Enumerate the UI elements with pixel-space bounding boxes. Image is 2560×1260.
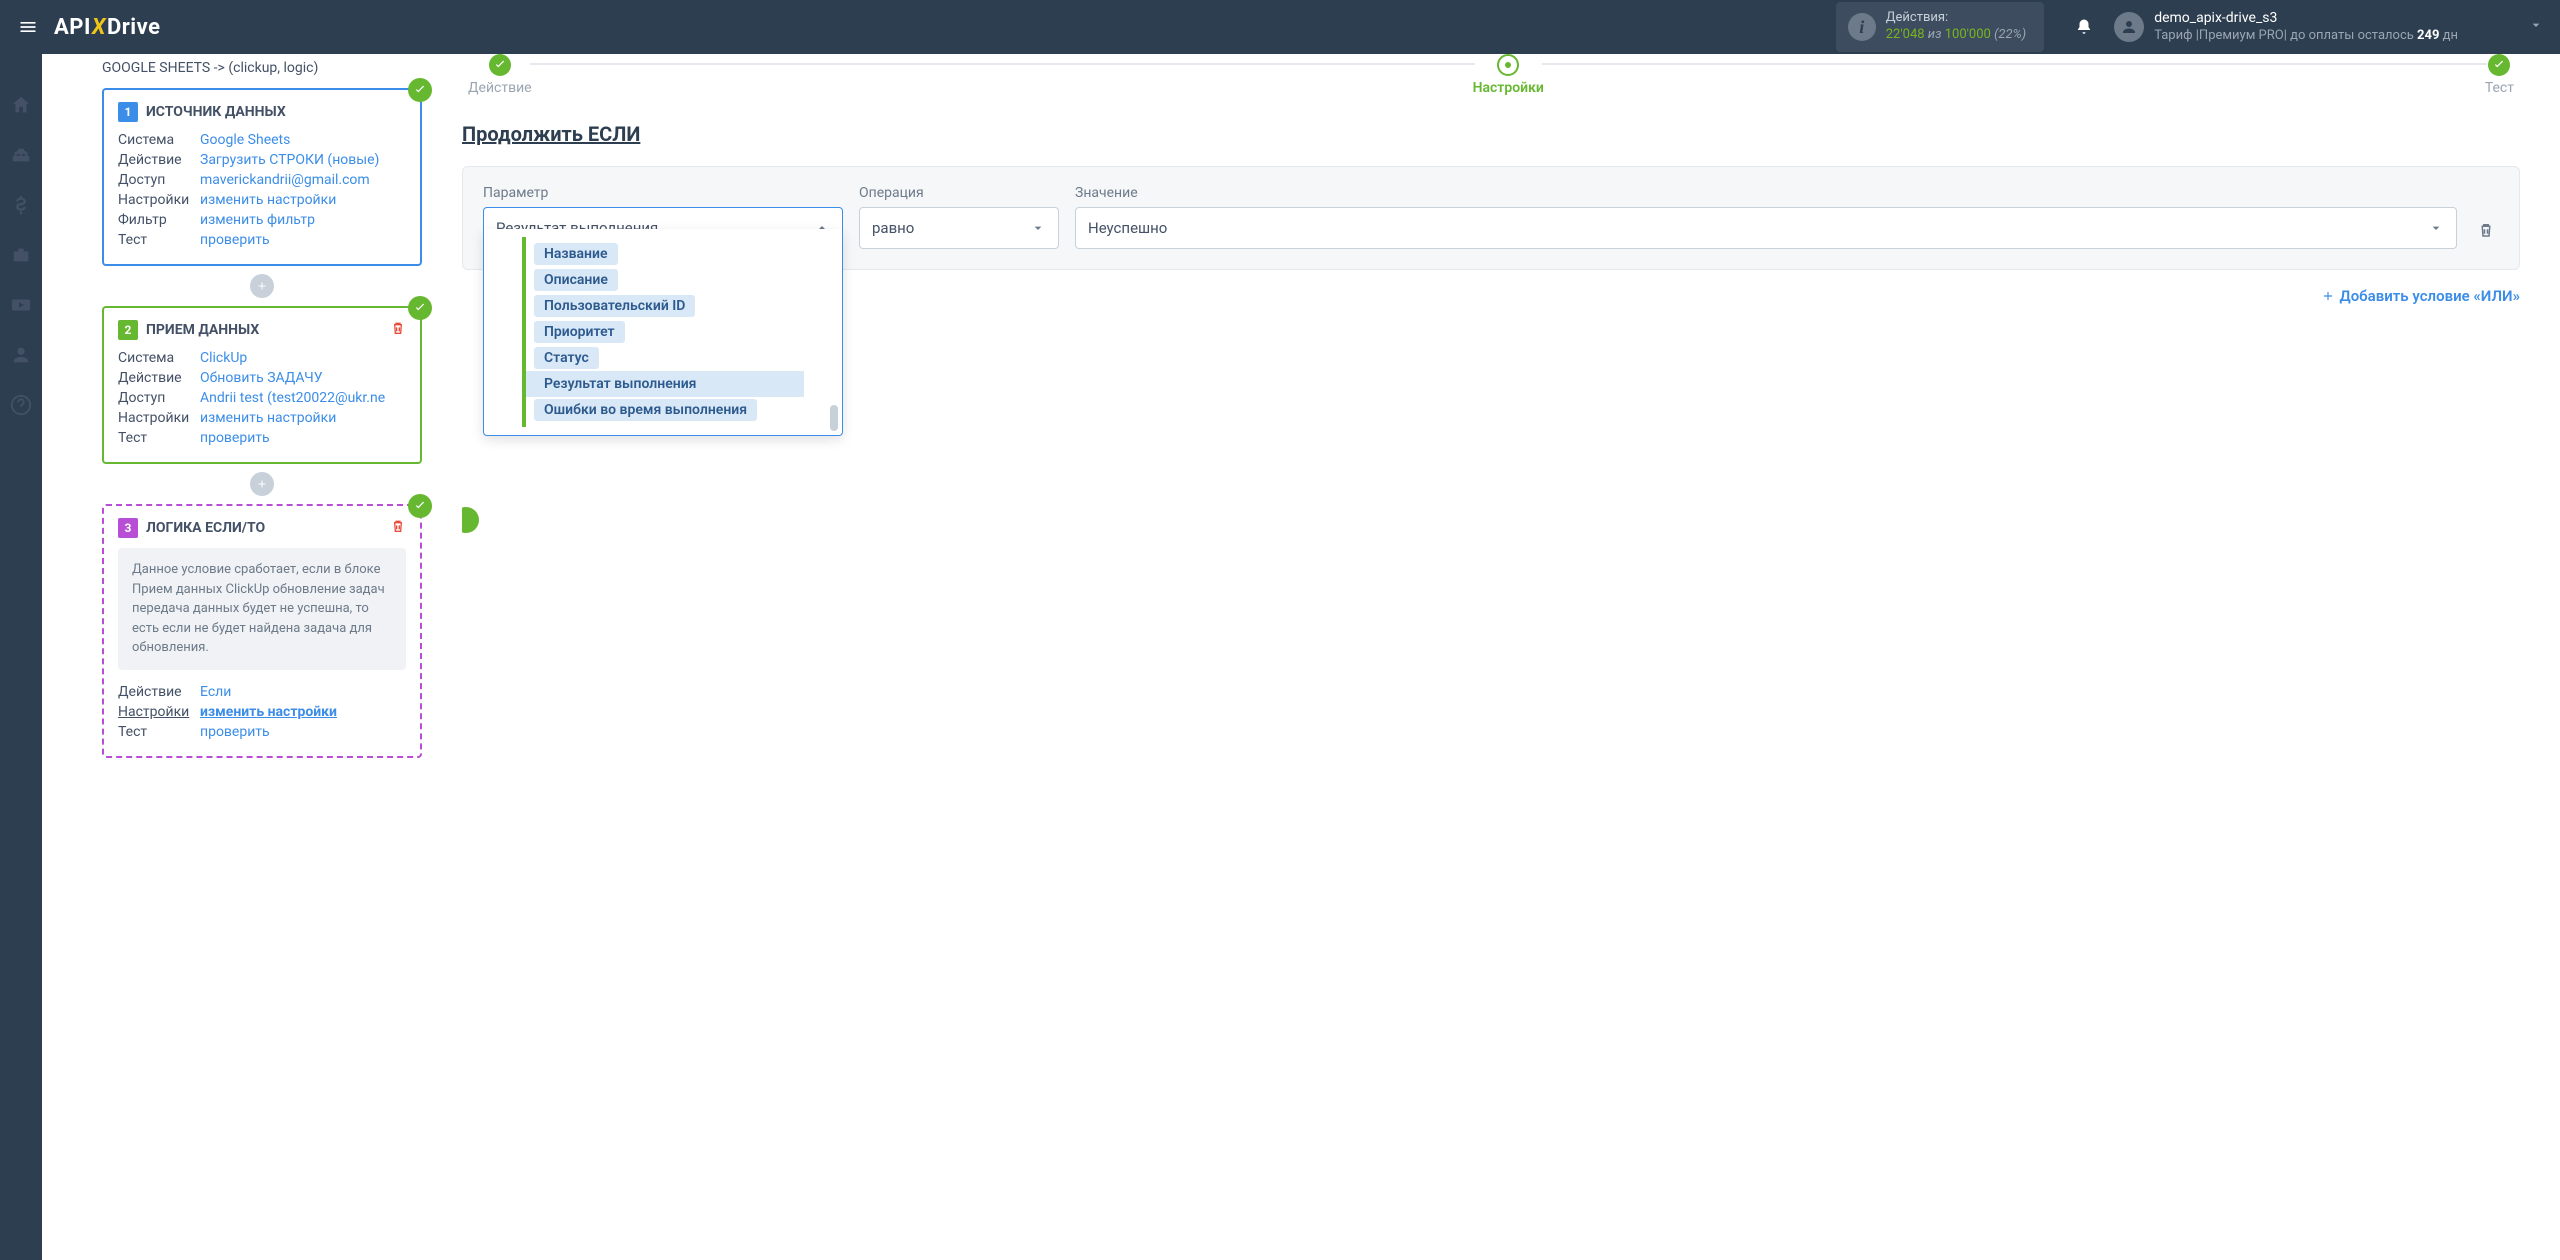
avatar-icon: [2114, 12, 2144, 42]
delete-condition[interactable]: [2473, 209, 2499, 251]
go-button[interactable]: [462, 507, 479, 533]
plan-text: Тариф |Премиум PRO| до оплаты осталось 2…: [2154, 28, 2458, 45]
logo-pre: API: [54, 15, 91, 40]
actions-used: 22'048: [1886, 27, 1925, 42]
help-icon[interactable]: [10, 394, 32, 416]
logo[interactable]: APIXDrive: [54, 15, 161, 40]
actions-text: Действия: 22'048 из 100'000 (22%): [1886, 10, 2026, 44]
condition-box: Параметр Результат выполнения Операция р…: [462, 166, 2520, 270]
op-select[interactable]: равно: [859, 207, 1059, 249]
logic-settings[interactable]: изменить настройки: [200, 704, 337, 720]
dropdown-option[interactable]: Пользовательский ID: [526, 293, 804, 319]
youtube-icon[interactable]: [10, 294, 32, 316]
sidebar: [0, 54, 42, 1260]
source-test[interactable]: проверить: [200, 232, 270, 248]
add-block-button[interactable]: [250, 274, 274, 298]
dest-test[interactable]: проверить: [200, 430, 270, 446]
check-icon: [408, 78, 432, 102]
briefcase-icon[interactable]: [10, 244, 32, 266]
op-label: Операция: [859, 185, 1059, 201]
steps: Действие Настройки Тест: [462, 54, 2520, 96]
actions-pct: (22%): [1994, 27, 2026, 42]
check-icon: [408, 296, 432, 320]
param-label: Параметр: [483, 185, 843, 201]
dropdown-option[interactable]: Статус: [526, 345, 804, 371]
main-panel: Действие Настройки Тест Продолжить ЕСЛИ: [462, 54, 2560, 1260]
trash-icon[interactable]: [390, 320, 406, 340]
username: demo_apix-drive_s3: [2154, 9, 2458, 27]
step-action[interactable]: Действие: [468, 54, 532, 96]
dest-access[interactable]: Andrii test (test20022@ukr.ne: [200, 390, 385, 406]
dest-system[interactable]: ClickUp: [200, 350, 247, 366]
add-block-button[interactable]: [250, 472, 274, 496]
block-dest[interactable]: 2ПРИЕМ ДАННЫХ СистемаClickUp ДействиеОбн…: [102, 306, 422, 464]
logic-test[interactable]: проверить: [200, 724, 270, 740]
flow-title: GOOGLE SHEETS -> (clickup, logic): [102, 60, 422, 76]
chevron-down-icon: [1030, 220, 1046, 236]
user-menu[interactable]: demo_apix-drive_s3 Тариф |Премиум PRO| д…: [2114, 9, 2458, 44]
topbar: APIXDrive i Действия: 22'048 из 100'000 …: [0, 0, 2560, 54]
logo-x: X: [92, 15, 106, 40]
menu-toggle[interactable]: [16, 15, 40, 39]
source-settings[interactable]: изменить настройки: [200, 192, 336, 208]
dest-action[interactable]: Обновить ЗАДАЧУ: [200, 370, 323, 386]
block-heading: ПРИЕМ ДАННЫХ: [146, 322, 259, 338]
source-filter[interactable]: изменить фильтр: [200, 212, 315, 228]
val-select[interactable]: Неуспешно: [1075, 207, 2457, 249]
chevron-down-icon[interactable]: [2528, 17, 2544, 37]
trash-icon[interactable]: [390, 518, 406, 538]
step-test[interactable]: Тест: [2485, 54, 2514, 96]
block-heading: ЛОГИКА ЕСЛИ/ТО: [146, 520, 265, 536]
dest-settings[interactable]: изменить настройки: [200, 410, 336, 426]
connections-icon[interactable]: [10, 144, 32, 166]
bell-icon[interactable]: [2064, 18, 2104, 36]
info-icon: i: [1848, 13, 1876, 41]
actions-label: Действия:: [1886, 10, 2026, 27]
actions-counter[interactable]: i Действия: 22'048 из 100'000 (22%): [1836, 2, 2044, 52]
logic-info: Данное условие сработает, если в блоке П…: [118, 548, 406, 670]
logic-action[interactable]: Если: [200, 684, 231, 700]
dropdown-option[interactable]: Результат выполнения: [526, 371, 804, 397]
source-system[interactable]: Google Sheets: [200, 132, 290, 148]
val-label: Значение: [1075, 185, 2457, 201]
source-access[interactable]: maverickandrii@gmail.com: [200, 172, 370, 188]
block-source[interactable]: 1ИСТОЧНИК ДАННЫХ СистемаGoogle Sheets Де…: [102, 88, 422, 266]
dropdown-option[interactable]: Приоритет: [526, 319, 804, 345]
dropdown-option[interactable]: Описание: [526, 267, 804, 293]
step-settings[interactable]: Настройки: [1473, 54, 1544, 96]
block-logic[interactable]: 3ЛОГИКА ЕСЛИ/ТО Данное условие сработает…: [102, 504, 422, 758]
logo-post: Drive: [107, 15, 161, 40]
dropdown-option[interactable]: Ошибки во время выполнения: [526, 397, 804, 423]
actions-total: 100'000: [1945, 27, 1991, 42]
section-title: Продолжить ЕСЛИ: [462, 122, 2520, 146]
block-heading: ИСТОЧНИК ДАННЫХ: [146, 104, 286, 120]
user-icon[interactable]: [10, 344, 32, 366]
source-action[interactable]: Загрузить СТРОКИ (новые): [200, 152, 379, 168]
dollar-icon[interactable]: [10, 194, 32, 216]
chevron-down-icon: [2428, 220, 2444, 236]
check-icon: [408, 494, 432, 518]
home-icon[interactable]: [10, 94, 32, 116]
flow-panel: GOOGLE SHEETS -> (clickup, logic) 1ИСТОЧ…: [42, 54, 462, 1260]
scrollbar[interactable]: [830, 229, 838, 431]
actions-of: из: [1928, 27, 1942, 42]
dropdown-option[interactable]: Название: [526, 241, 804, 267]
param-dropdown: НазваниеОписаниеПользовательский IDПриор…: [483, 229, 843, 436]
